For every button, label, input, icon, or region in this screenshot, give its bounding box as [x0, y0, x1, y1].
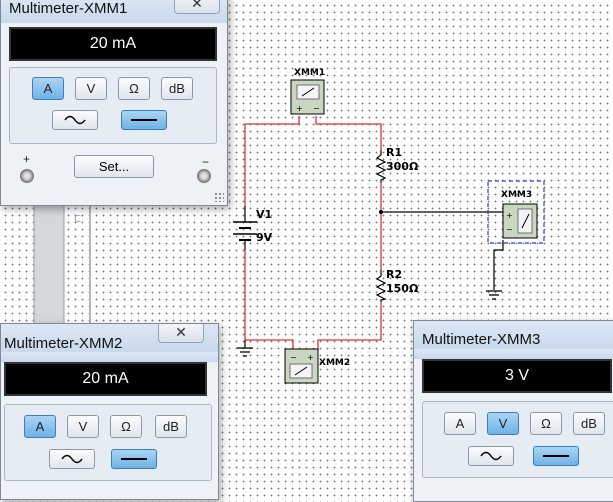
button-panel: A V Ω dB	[4, 404, 212, 481]
ac-mode-button[interactable]	[49, 449, 95, 469]
ac-mode-button[interactable]	[468, 446, 514, 466]
window-title: Multimeter-XMM1	[9, 0, 128, 17]
ammeter-button[interactable]: A	[32, 77, 64, 100]
sine-wave-icon	[64, 115, 86, 125]
resize-grip-icon[interactable]	[214, 192, 224, 202]
sine-wave-icon	[61, 454, 83, 464]
decibel-button[interactable]: dB	[155, 415, 187, 438]
dc-line-icon	[121, 458, 147, 460]
set-button[interactable]: Set...	[74, 155, 154, 178]
dc-line-icon	[543, 455, 569, 457]
multimeter-xmm3-window[interactable]: Multimeter-XMM3 3 V A V Ω dB	[413, 320, 613, 502]
ohmmeter-button[interactable]: Ω	[530, 412, 562, 435]
r1-label: R1	[386, 146, 402, 159]
dc-mode-button[interactable]	[121, 110, 167, 130]
window-title: Multimeter-XMM2	[4, 335, 123, 352]
sine-wave-icon	[480, 451, 502, 461]
battery-v1[interactable]	[233, 206, 257, 250]
r1-value: 300Ω	[386, 160, 419, 173]
background-panel	[33, 189, 65, 341]
voltmeter-button[interactable]: V	[487, 412, 519, 435]
multimeter-xmm2-window[interactable]: Multimeter-XMM2 ✕ 20 mA A V Ω dB	[0, 323, 219, 500]
ground-icon	[486, 290, 502, 300]
window-title: Multimeter-XMM3	[422, 331, 541, 348]
xmm3-label: XMM3	[501, 190, 532, 200]
ammeter-button[interactable]: A	[444, 412, 476, 435]
reading-display: 20 mA	[4, 362, 207, 396]
resistor-r2[interactable]	[375, 270, 387, 302]
dc-line-icon	[131, 119, 157, 121]
xmm1-label: XMM1	[294, 68, 325, 78]
minus-sign: −	[202, 155, 210, 169]
ohmmeter-button[interactable]: Ω	[110, 415, 142, 438]
plus-sign: +	[23, 152, 31, 166]
multimeter-xmm1-window[interactable]: Multimeter-XMM1 ✕ 20 mA A V Ω dB + − Set…	[0, 0, 228, 206]
multimeter-xmm2-icon[interactable]: − +	[284, 348, 319, 384]
xmm2-label: XMM2	[319, 358, 350, 368]
svg-text:+: +	[296, 104, 303, 113]
dc-mode-button[interactable]	[111, 449, 157, 469]
button-panel: A V Ω dB	[9, 67, 217, 144]
svg-text:−: −	[313, 104, 320, 113]
v1-value: 9V	[256, 231, 273, 244]
ac-mode-button[interactable]	[52, 110, 98, 130]
title-bar[interactable]: Multimeter-XMM1 ✕	[1, 0, 227, 23]
dc-mode-button[interactable]	[533, 446, 579, 466]
svg-text:−: −	[506, 225, 513, 234]
positive-terminal-icon[interactable]	[20, 169, 34, 183]
title-bar[interactable]: Multimeter-XMM2 ✕	[1, 324, 218, 352]
svg-text:−: −	[290, 353, 297, 362]
decibel-button[interactable]: dB	[161, 77, 193, 100]
title-bar[interactable]: Multimeter-XMM3	[414, 321, 613, 349]
v1-label: V1	[256, 208, 272, 221]
r2-label: R2	[386, 268, 402, 281]
resistor-r1[interactable]	[375, 150, 387, 183]
junction-dot	[379, 210, 383, 214]
svg-text:+: +	[506, 211, 513, 220]
voltmeter-button[interactable]: V	[67, 415, 99, 438]
svg-text:+: +	[307, 353, 314, 362]
reading-display: 20 mA	[9, 27, 217, 61]
voltmeter-button[interactable]: V	[75, 77, 107, 100]
ohmmeter-button[interactable]: Ω	[118, 77, 150, 100]
close-button[interactable]: ✕	[158, 324, 204, 343]
close-button[interactable]: ✕	[174, 0, 220, 14]
button-panel: A V Ω dB	[422, 401, 613, 478]
multimeter-xmm1-icon[interactable]: + −	[290, 79, 325, 115]
ground-icon	[237, 347, 253, 357]
multimeter-xmm3-icon[interactable]: +−	[502, 203, 538, 239]
reading-display: 3 V	[422, 359, 612, 393]
r2-value: 150Ω	[386, 282, 419, 295]
ammeter-button[interactable]: A	[24, 415, 56, 438]
negative-terminal-icon[interactable]	[197, 169, 211, 183]
faint-label: C	[74, 214, 81, 225]
decibel-button[interactable]: dB	[573, 412, 605, 435]
